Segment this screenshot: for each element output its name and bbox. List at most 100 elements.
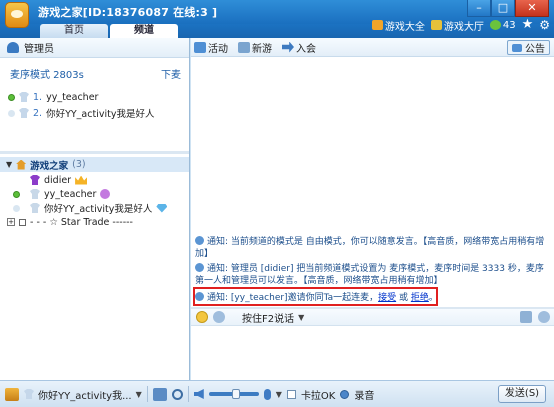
user-row[interactable]: didier: [0, 173, 189, 187]
mode-row: 麦序模式 2803s 下麦: [0, 58, 189, 81]
subchannel-name: - - - ☆ Star Trade ------: [30, 216, 133, 228]
subchannel-row[interactable]: + - - - ☆ Star Trade ------: [0, 215, 189, 229]
avatar-emoji-icon[interactable]: [213, 311, 225, 323]
current-user-dropdown[interactable]: 你好YY_activity我... ▼: [24, 387, 142, 402]
level-value: 43: [502, 19, 516, 31]
invite-highlight-box: [193, 287, 438, 306]
channel-row[interactable]: ▼ 游戏之家 (3): [0, 157, 189, 172]
hall-link-label: 游戏大厅: [443, 21, 484, 33]
chat-message: 通知: 管理员 [didier] 把当前频道模式设置为 麦序模式，麦序时间是 3…: [195, 263, 547, 287]
leave-mic-link[interactable]: 下麦: [161, 66, 181, 81]
notice-board-icon: [512, 43, 522, 52]
expand-caret-icon[interactable]: ▼: [6, 160, 12, 169]
queue-number: 2.: [33, 107, 43, 119]
user-icon: [19, 92, 29, 102]
screenshot-icon[interactable]: [520, 311, 532, 323]
chevron-down-icon: ▼: [135, 389, 142, 399]
info-icon: [195, 263, 204, 272]
send-button[interactable]: 发送(S): [498, 385, 546, 403]
message-input[interactable]: [191, 327, 554, 380]
online-status-icon: [8, 93, 15, 101]
microphone-icon[interactable]: [263, 388, 271, 400]
message-prefix: 通知:: [207, 237, 229, 247]
hall-icon: [430, 20, 442, 30]
notice-label: 公告: [525, 44, 545, 55]
message-prefix: 通知:: [207, 264, 229, 274]
enter-label: 入会: [296, 43, 316, 55]
newgame-button[interactable]: 新游: [238, 40, 272, 55]
separator: [146, 386, 148, 402]
chevron-down-icon: ▼: [298, 312, 305, 322]
message-text: 当前频道的模式是 自由模式，你可以随意发言。【高音质，网络带宽占用稍有增加】: [195, 237, 545, 259]
crown-icon: [75, 175, 88, 185]
vip-icon: [100, 189, 111, 199]
star-icon[interactable]: ★: [522, 18, 534, 31]
karaoke-checkbox[interactable]: [286, 389, 296, 399]
admin-user-icon: [30, 175, 40, 185]
channel-tree: ▼ 游戏之家 (3) didier yy_teacher 你好YY_activi…: [0, 156, 189, 229]
user-name: yy_teacher: [44, 188, 97, 200]
search-icon[interactable]: [171, 388, 183, 400]
channel-count: (3): [72, 159, 86, 170]
user-icon: [24, 389, 34, 399]
user-row[interactable]: 你好YY_activity我是好人: [0, 201, 189, 215]
volume-slider[interactable]: [208, 389, 259, 399]
offline-status-icon: [13, 204, 20, 212]
speak-mode-dropdown[interactable]: 按住F2说话 ▼: [242, 310, 304, 325]
hall-link[interactable]: 游戏大厅: [430, 18, 484, 33]
enter-button[interactable]: 入会: [282, 40, 316, 55]
message-text: 管理员 [didier] 把当前频道模式设置为 麦序模式，麦序时间是 3333 …: [195, 264, 544, 286]
queue-item[interactable]: 2. 你好YY_activity我是好人: [0, 105, 189, 121]
notice-button[interactable]: 公告: [507, 40, 550, 55]
expand-plus-icon[interactable]: +: [7, 218, 15, 226]
toolbox-icon[interactable]: [5, 387, 19, 401]
activity-button[interactable]: 活动: [194, 40, 228, 55]
left-panel: 管理员 麦序模式 2803s 下麦 1. yy_teacher 2. 你好YY_…: [0, 38, 190, 380]
user-name: 你好YY_activity我是好人: [44, 204, 153, 215]
mic-queue: 1. yy_teacher 2. 你好YY_activity我是好人: [0, 89, 189, 121]
right-panel: 活动 新游 入会 公告 通知: 当前频道的模式是 自由模式，你可以随意发言。【高…: [191, 38, 554, 380]
user-row[interactable]: yy_teacher: [0, 187, 189, 201]
admin-label: 管理员: [24, 44, 54, 55]
tab-home[interactable]: 首页: [40, 24, 108, 38]
queue-item[interactable]: 1. yy_teacher: [0, 89, 189, 105]
mode-label: 麦序模式 2803s: [10, 70, 84, 81]
speak-mode-label: 按住F2说话: [242, 313, 295, 325]
settings-icon[interactable]: [538, 311, 550, 323]
speaker-icon[interactable]: [193, 389, 204, 399]
house-icon: [16, 159, 27, 170]
queue-user-name: yy_teacher: [46, 91, 99, 103]
channel-name: 游戏之家: [30, 160, 69, 172]
yy-logo-icon: [5, 2, 29, 28]
newgame-label: 新游: [252, 43, 272, 55]
diamond-icon: [156, 203, 168, 213]
level-icon: [489, 20, 501, 30]
emoji-icon[interactable]: [196, 311, 208, 323]
bottom-toolbar: 你好YY_activity我... ▼ ▼ 卡拉OK 录音 发送(S): [0, 380, 554, 407]
games-link[interactable]: 游戏大全: [371, 18, 425, 33]
panel-divider[interactable]: [0, 151, 189, 154]
channel-toolbar: 活动 新游 入会 公告: [191, 38, 554, 57]
online-status-icon: [13, 190, 20, 198]
volume-knob[interactable]: [231, 389, 240, 399]
offline-status-icon: [8, 109, 15, 117]
chat-area[interactable]: 通知: 当前频道的模式是 自由模式，你可以随意发言。【高音质，网络带宽占用稍有增…: [191, 57, 554, 307]
record-radio-icon[interactable]: [340, 389, 350, 399]
chevron-down-icon[interactable]: ▼: [276, 390, 282, 399]
record-label[interactable]: 录音: [354, 387, 374, 402]
admin-icon: [7, 42, 19, 53]
input-toolbar: 按住F2说话 ▼: [191, 309, 554, 326]
level-indicator[interactable]: 43: [489, 19, 516, 31]
user-name: didier: [44, 174, 72, 186]
enter-arrow-icon: [282, 41, 294, 53]
gear-icon[interactable]: ⚙: [539, 18, 550, 32]
newgame-icon: [238, 41, 250, 53]
current-user-name: 你好YY_activity我...: [38, 390, 132, 402]
karaoke-label: 卡拉OK: [300, 390, 336, 402]
record-box-icon[interactable]: [152, 387, 167, 401]
games-link-label: 游戏大全: [384, 21, 425, 33]
info-icon: [195, 236, 204, 245]
window-title: 游戏之家[ID:18376087 在线:3 ]: [38, 6, 218, 19]
tab-channel[interactable]: 频道: [110, 24, 178, 38]
admin-header[interactable]: 管理员: [0, 38, 189, 58]
